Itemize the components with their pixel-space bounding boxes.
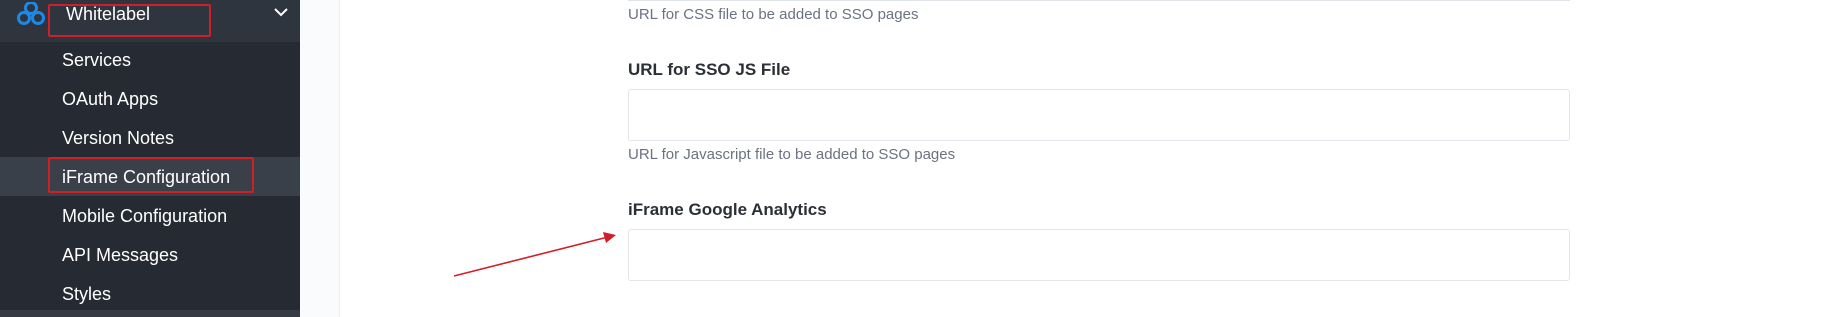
sidebar-item-label: Services — [62, 50, 132, 70]
iframe-google-analytics-label: iFrame Google Analytics — [628, 200, 827, 219]
iframe-google-analytics-input[interactable] — [628, 229, 1570, 281]
css-url-help-text: URL for CSS file to be added to SSO page… — [628, 6, 919, 23]
sidebar-item-label: Styles — [62, 284, 112, 304]
sidebar-item-mobile-configuration[interactable]: Mobile Configuration — [0, 196, 300, 235]
sidebar-item-label: Mobile Configuration — [62, 206, 228, 226]
sidebar-item-label: OAuth Apps — [62, 89, 159, 109]
sidebar-section-whitelabel[interactable]: Whitelabel — [0, 0, 300, 42]
sso-js-url-label: URL for SSO JS File — [628, 60, 791, 79]
sidebar-item-label: Version Notes — [62, 128, 175, 148]
sidebar-item-version-notes[interactable]: Version Notes — [0, 118, 300, 157]
sidebar-item-label: iFrame Configuration — [62, 167, 231, 187]
sso-js-url-help-text: URL for Javascript file to be added to S… — [628, 146, 956, 163]
annotation-arrow-icon — [453, 232, 616, 277]
sidebar-item-iframe-configuration[interactable]: iFrame Configuration — [0, 157, 300, 196]
chevron-down-icon[interactable] — [272, 5, 290, 19]
content-gutter — [300, 0, 340, 317]
css-url-input-bottom-edge — [628, 0, 1570, 1]
brand-logo-icon — [17, 2, 45, 25]
sidebar-next-section — [0, 310, 300, 317]
sidebar-item-label: API Messages — [62, 245, 179, 265]
sidebar-item-styles[interactable]: Styles — [0, 274, 300, 313]
sidebar: Whitelabel Services OAuth Apps Version N… — [0, 0, 300, 317]
sidebar-section-label: Whitelabel — [66, 4, 151, 24]
sidebar-item-services[interactable]: Services — [0, 40, 300, 79]
sidebar-item-oauth-apps[interactable]: OAuth Apps — [0, 79, 300, 118]
sso-js-url-input[interactable] — [628, 89, 1570, 141]
sidebar-item-api-messages[interactable]: API Messages — [0, 235, 300, 274]
